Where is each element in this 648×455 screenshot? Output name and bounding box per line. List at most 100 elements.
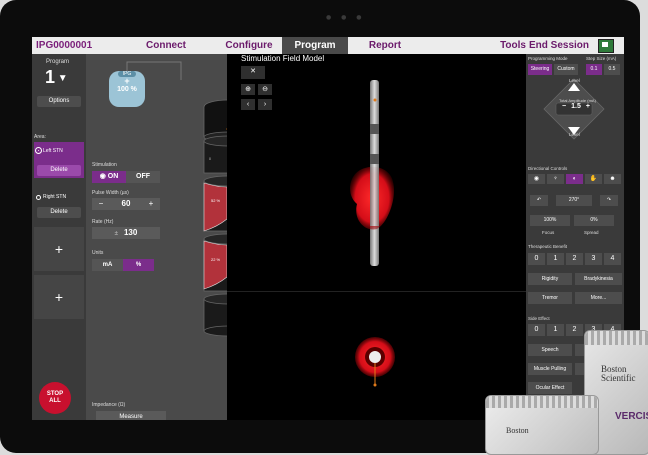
anterior-icon[interactable]: ♆	[547, 174, 564, 184]
rotate-cw-icon[interactable]: ↷	[600, 195, 618, 206]
view-divider	[227, 291, 526, 292]
angle-value[interactable]: 270°	[556, 195, 592, 206]
measure-button[interactable]: Measure	[96, 411, 166, 420]
ocular-effect-button[interactable]: Ocular Effect	[528, 382, 572, 394]
ipg-device-small: Boston	[485, 395, 599, 455]
end-session-button[interactable]: End Session	[526, 40, 592, 51]
tremor-button[interactable]: Tremor	[528, 292, 572, 304]
area-right-stn[interactable]: Right STN	[34, 191, 84, 203]
radio-selected-icon	[36, 148, 41, 153]
programming-mode-label: Programming Mode	[528, 56, 568, 61]
pulse-width-stepper[interactable]: − 60 +	[92, 198, 160, 210]
stimulation-toggle[interactable]: ◉ ON OFF	[92, 171, 160, 183]
units-toggle[interactable]: mA %	[92, 259, 154, 271]
eye-icon[interactable]: ◉	[528, 174, 545, 184]
options-button[interactable]: Options	[37, 96, 81, 107]
plus-minus-icon: ±	[114, 231, 118, 237]
plus-icon[interactable]: +	[142, 198, 160, 210]
benefit-2[interactable]: 2	[566, 253, 583, 265]
rate-value: 130	[123, 228, 138, 237]
face-icon[interactable]: ☻	[604, 174, 621, 184]
benefit-1[interactable]: 1	[547, 253, 564, 265]
camera-dots: ● ● ●	[326, 14, 366, 21]
stim-on-button[interactable]: ◉ ON	[92, 171, 126, 183]
connector-header	[486, 396, 598, 408]
top-nav: IPG0000001 Connect Configure Program Rep…	[32, 37, 624, 54]
device-brand: Boston Scientific	[601, 365, 636, 383]
chevron-down-icon: ▼	[55, 72, 68, 84]
radio-selected-icon: ◉	[99, 173, 108, 180]
tab-configure[interactable]: Configure	[216, 40, 282, 51]
step-05-button[interactable]: 0.5	[604, 64, 620, 75]
connector-header	[585, 331, 648, 345]
stimulation-field-view[interactable]: Stimulation Field Model ✕ ⊕ ⊖ ‹ ›	[227, 54, 526, 420]
tools-menu[interactable]: Tools	[422, 40, 526, 51]
minus-icon[interactable]: −	[92, 198, 110, 210]
muscle-pulling-button[interactable]: Muscle Pulling	[528, 363, 572, 375]
lead-marker	[373, 98, 377, 102]
spread-value[interactable]: 0%	[574, 215, 614, 226]
rate-label: Rate (Hz)	[92, 219, 114, 225]
hand-icon[interactable]: ✋	[585, 174, 602, 184]
step-01-button[interactable]: 0.1	[586, 64, 602, 75]
unit-percent-button[interactable]: %	[123, 259, 154, 271]
program-number: 1	[45, 67, 56, 87]
program-selector[interactable]: 1 ▼	[45, 67, 68, 88]
area-label: Area:	[34, 134, 46, 140]
stimulation-controls: IPG + 100 % Stimulation ◉ ON OFF Pulse W…	[86, 54, 253, 420]
lead-band	[370, 154, 379, 164]
focus-label: Focus	[542, 230, 555, 235]
amplitude-display[interactable]: −1.5 +	[558, 103, 594, 110]
stim-off-button[interactable]: OFF	[126, 171, 160, 183]
directional-controls-label: Directional Controls	[528, 166, 568, 171]
area-name: Left STN	[43, 148, 63, 154]
device-id: IPG0000001	[36, 40, 93, 51]
plus-icon[interactable]: +	[586, 103, 590, 110]
more-button[interactable]: More...	[575, 292, 622, 304]
benefit-4[interactable]: 4	[604, 253, 621, 265]
speech-button[interactable]: Speech	[528, 344, 572, 356]
stop-all-button[interactable]: STOP ALL	[39, 382, 71, 414]
step-size-label: Step Size (mA)	[586, 56, 617, 61]
side-0[interactable]: 0	[528, 324, 545, 336]
ipg-can[interactable]: IPG + 100 %	[109, 71, 145, 107]
add-area-button[interactable]: +	[34, 275, 84, 319]
contact-number: 8	[209, 157, 211, 161]
lead-band	[370, 124, 379, 134]
therapeutic-benefit-label: Therapeutic Benefit	[528, 244, 568, 249]
mode-custom-button[interactable]: Custom	[554, 64, 578, 75]
field-model-render	[350, 80, 395, 387]
tab-report[interactable]: Report	[348, 40, 422, 51]
bradykinesia-button[interactable]: Bradykinesia	[575, 273, 622, 285]
minus-icon[interactable]: −	[562, 103, 566, 110]
total-amplitude-value: 1.5	[571, 103, 581, 110]
focus-value[interactable]: 100%	[530, 215, 570, 226]
ipg-percent: 100 %	[117, 86, 137, 93]
side-1[interactable]: 1	[547, 324, 564, 336]
benefit-0[interactable]: 0	[528, 253, 545, 265]
delete-right-stn-button[interactable]: Delete	[37, 207, 81, 218]
lateral-icon[interactable]: ◐	[566, 174, 583, 184]
benefit-3[interactable]: 3	[585, 253, 602, 265]
side-effect-label: Side Effect	[528, 316, 550, 321]
unit-ma-button[interactable]: mA	[92, 259, 123, 271]
rate-field[interactable]: ±130	[92, 227, 160, 239]
benefit-scale: 0 1 2 3 4	[528, 253, 621, 265]
all-label: ALL	[49, 398, 61, 404]
left-panel: Program 1 ▼ Options Area: Left STN Delet…	[32, 54, 87, 420]
spread-label: Spread	[584, 230, 599, 235]
area-name: Right STN	[43, 194, 67, 200]
pulse-width-value[interactable]: 60	[110, 198, 142, 210]
contact-percent: 22 %	[211, 257, 221, 262]
tab-connect[interactable]: Connect	[116, 40, 216, 51]
rigidity-button[interactable]: Rigidity	[528, 273, 572, 285]
side-2[interactable]: 2	[566, 324, 583, 336]
stimulation-label: Stimulation	[92, 162, 117, 168]
delete-left-stn-button[interactable]: Delete	[37, 165, 81, 176]
rotate-ccw-icon[interactable]: ↶	[530, 195, 548, 206]
session-flag-icon[interactable]	[598, 38, 614, 53]
stop-label: STOP	[46, 391, 64, 397]
add-area-button[interactable]: +	[34, 227, 84, 271]
mode-steering-button[interactable]: Steering	[528, 64, 552, 75]
tab-program[interactable]: Program	[282, 37, 348, 54]
